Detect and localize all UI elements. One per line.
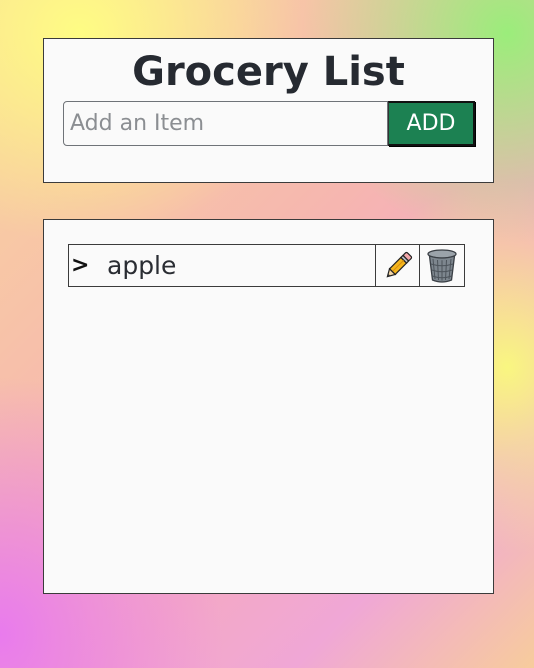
edit-button[interactable] bbox=[375, 245, 419, 286]
grocery-form-card: Grocery List ADD bbox=[43, 38, 494, 183]
grocery-list-card: > apple bbox=[43, 219, 494, 594]
trash-can-icon bbox=[427, 248, 457, 283]
add-item-input[interactable] bbox=[63, 101, 388, 146]
delete-button[interactable] bbox=[419, 245, 464, 286]
pencil-icon bbox=[386, 251, 412, 277]
page-title: Grocery List bbox=[132, 49, 405, 95]
list-item: > apple bbox=[68, 244, 465, 287]
add-button[interactable]: ADD bbox=[388, 101, 475, 146]
item-label: apple bbox=[107, 251, 177, 280]
expand-marker[interactable]: > bbox=[71, 245, 89, 286]
